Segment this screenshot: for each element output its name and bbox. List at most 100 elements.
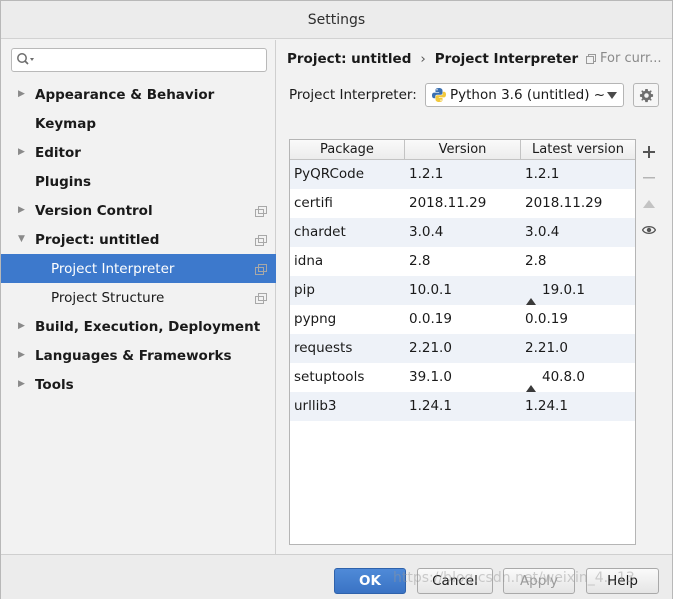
- eye-icon: [642, 225, 656, 235]
- search-input[interactable]: [38, 51, 262, 69]
- column-header-latest-version[interactable]: Latest version: [521, 140, 635, 160]
- package-latest-version-cell: 2018.11.29: [525, 189, 602, 218]
- dialog-footer: OK Cancel Apply Help: [1, 554, 672, 599]
- package-latest-version-cell: 19.0.1: [525, 276, 585, 305]
- sidebar-item-label: Project: untitled: [35, 231, 160, 248]
- chevron-right-icon[interactable]: ▶: [18, 380, 26, 389]
- table-row[interactable]: chardet 3.0.4 3.0.4: [290, 218, 635, 247]
- package-latest-version-cell: 2.8: [525, 247, 546, 276]
- table-row[interactable]: pypng 0.0.19 0.0.19: [290, 305, 635, 334]
- latest-version-text: 40.8.0: [542, 369, 585, 385]
- package-name-cell: requests: [294, 340, 353, 356]
- package-latest-version-cell: 2.21.0: [525, 334, 568, 363]
- sidebar-item-label: Version Control: [35, 202, 153, 219]
- interpreter-select[interactable]: Python 3.6 (untitled) ~: [425, 83, 624, 107]
- table-row[interactable]: requests 2.21.0 2.21.0: [290, 334, 635, 363]
- latest-version-text: 2.21.0: [525, 340, 568, 356]
- column-header-version[interactable]: Version: [405, 140, 521, 160]
- upgrade-package-button[interactable]: [638, 193, 660, 215]
- sidebar-item-tools[interactable]: ▶ Tools: [1, 370, 276, 399]
- breadcrumb-parent[interactable]: Project: untitled: [287, 51, 411, 67]
- settings-tree: ▶ Appearance & Behavior Keymap ▶ Editor Plugi…: [1, 80, 276, 399]
- table-row[interactable]: setuptools 39.1.0 40.8.0: [290, 363, 635, 392]
- sidebar-item-appearance-behavior[interactable]: ▶ Appearance & Behavior: [1, 80, 276, 109]
- latest-version-text: 2018.11.29: [525, 195, 603, 211]
- help-button[interactable]: Help: [586, 568, 659, 594]
- chevron-right-icon[interactable]: ▶: [18, 90, 26, 99]
- table-row[interactable]: urllib3 1.24.1 1.24.1: [290, 392, 635, 421]
- copy-icon: [255, 234, 267, 246]
- sidebar-item-build-execution-deployment[interactable]: ▶ Build, Execution, Deployment: [1, 312, 276, 341]
- interpreter-label: Project Interpreter:: [289, 87, 417, 103]
- cancel-button[interactable]: Cancel: [417, 568, 493, 594]
- latest-version-text: 3.0.4: [525, 224, 560, 240]
- sidebar-item-keymap[interactable]: Keymap: [1, 109, 276, 138]
- package-name-cell: urllib3: [294, 398, 337, 414]
- copy-icon: [586, 53, 596, 64]
- apply-button[interactable]: Apply: [503, 568, 575, 594]
- main-panel: Project: untitled › Project Interpreter …: [277, 40, 673, 554]
- install-package-button[interactable]: [638, 141, 660, 163]
- package-version-cell: 1.2.1: [409, 166, 444, 182]
- column-header-package[interactable]: Package: [290, 140, 405, 160]
- latest-version-text: 1.24.1: [525, 398, 568, 414]
- triangle-up-icon: [643, 200, 655, 208]
- for-current-label: For curr...: [600, 51, 662, 66]
- sidebar-item-languages-frameworks[interactable]: ▶ Languages & Frameworks: [1, 341, 276, 370]
- sidebar-item-label: Languages & Frameworks: [35, 347, 232, 364]
- plus-icon: [643, 146, 655, 158]
- package-version-cell: 3.0.4: [409, 224, 444, 240]
- package-latest-version-cell: 0.0.19: [525, 305, 568, 334]
- for-current-project-note: For curr...: [586, 51, 662, 66]
- chevron-down-icon[interactable]: [607, 92, 617, 99]
- package-name-cell: certifi: [294, 195, 333, 211]
- breadcrumb-current: Project Interpreter: [434, 51, 579, 67]
- sidebar-item-project-structure[interactable]: Project Structure: [1, 283, 276, 312]
- latest-version-text: 1.2.1: [525, 166, 560, 182]
- sidebar-item-editor[interactable]: ▶ Editor: [1, 138, 276, 167]
- show-early-releases-button[interactable]: [638, 219, 660, 241]
- ok-button[interactable]: OK: [334, 568, 406, 594]
- gear-icon: [639, 88, 654, 103]
- sidebar-item-version-control[interactable]: ▶ Version Control: [1, 196, 276, 225]
- package-name-cell: setuptools: [294, 369, 365, 385]
- chevron-down-icon[interactable]: ▼: [18, 235, 26, 244]
- uninstall-package-button[interactable]: [638, 167, 660, 189]
- settings-window: Settings ▶ Appearance & Behavior Keymap ▶ Ed…: [0, 0, 673, 599]
- package-version-cell: 39.1.0: [409, 369, 452, 385]
- chevron-right-icon[interactable]: ▶: [18, 148, 26, 157]
- copy-icon: [255, 205, 267, 217]
- chevron-right-icon[interactable]: ▶: [18, 206, 26, 215]
- sidebar-item-label: Tools: [35, 376, 74, 393]
- sidebar-item-label: Project Structure: [51, 289, 165, 306]
- package-latest-version-cell: 40.8.0: [525, 363, 585, 392]
- sidebar-item-label: Plugins: [35, 173, 92, 190]
- table-row[interactable]: pip 10.0.1 19.0.1: [290, 276, 635, 305]
- copy-icon: [255, 292, 267, 304]
- package-version-cell: 1.24.1: [409, 398, 452, 414]
- sidebar: ▶ Appearance & Behavior Keymap ▶ Editor Plugi…: [1, 40, 276, 554]
- search-box[interactable]: [11, 48, 267, 72]
- table-row[interactable]: idna 2.8 2.8: [290, 247, 635, 276]
- package-version-cell: 2.8: [409, 253, 431, 269]
- minus-icon: [643, 177, 655, 179]
- sidebar-item-project-interpreter[interactable]: Project Interpreter: [1, 254, 276, 283]
- interpreter-settings-button[interactable]: [633, 83, 659, 107]
- window-title: Settings: [307, 11, 366, 28]
- sidebar-item-label: Project Interpreter: [51, 260, 175, 277]
- sidebar-item-project-untitled[interactable]: ▼ Project: untitled: [1, 225, 276, 254]
- chevron-right-icon[interactable]: ▶: [18, 322, 26, 331]
- sidebar-item-plugins[interactable]: Plugins: [1, 167, 276, 196]
- search-icon[interactable]: [16, 52, 36, 68]
- title-bar: Settings: [1, 1, 672, 39]
- package-version-cell: 2.21.0: [409, 340, 452, 356]
- package-version-cell: 10.0.1: [409, 282, 452, 298]
- python-icon: [432, 88, 446, 102]
- package-latest-version-cell: 1.24.1: [525, 392, 568, 421]
- chevron-right-icon[interactable]: ▶: [18, 351, 26, 360]
- sidebar-item-label: Appearance & Behavior: [35, 86, 215, 103]
- latest-version-text: 0.0.19: [525, 311, 568, 327]
- table-row[interactable]: PyQRCode 1.2.1 1.2.1: [290, 160, 635, 189]
- table-row[interactable]: certifi 2018.11.29 2018.11.29: [290, 189, 635, 218]
- interpreter-selected-value: Python 3.6 (untitled) ~: [450, 87, 606, 103]
